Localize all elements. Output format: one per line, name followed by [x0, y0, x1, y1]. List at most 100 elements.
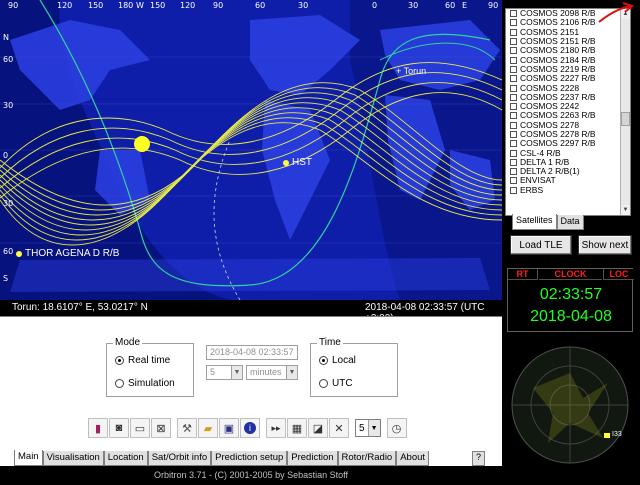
lat-label: 60: [3, 247, 14, 256]
tab-prediction[interactable]: Prediction: [287, 451, 338, 466]
utc-radio[interactable]: UTC: [319, 378, 353, 389]
save-icon[interactable]: ▣: [219, 418, 239, 438]
satellite-name: COSMOS 2180 R/B: [520, 45, 596, 56]
grid-icon[interactable]: ▦: [287, 418, 307, 438]
simulation-label: Simulation: [128, 378, 175, 389]
lon-label: 120: [57, 1, 73, 10]
radio-dot: [319, 379, 328, 388]
tab-sat-orbit-info[interactable]: Sat/Orbit info: [147, 451, 212, 466]
expand-icon[interactable]: ✕: [329, 418, 349, 438]
tab-satellites[interactable]: Satellites: [512, 214, 557, 230]
lon-label: 90: [213, 1, 224, 10]
satellite-checkbox[interactable]: [510, 10, 517, 18]
realtime-radio[interactable]: Real time: [115, 355, 170, 366]
simulation-radio[interactable]: Simulation: [115, 378, 175, 389]
lon-label: 90: [488, 1, 499, 10]
satellite-checkbox[interactable]: [510, 149, 517, 157]
tab-data[interactable]: Data: [556, 215, 584, 230]
satellite-checkbox[interactable]: [510, 112, 517, 120]
tab-visualisation[interactable]: Visualisation: [42, 451, 104, 466]
sim-unit-select[interactable]: minutes ▼: [246, 365, 298, 380]
lat-label: 0: [3, 151, 9, 160]
satellite-checkbox[interactable]: [510, 56, 517, 64]
tab-rotor-radio[interactable]: Rotor/Radio: [337, 451, 397, 466]
list-item[interactable]: COSMOS 2227 R/B: [506, 74, 630, 83]
sim-step-select[interactable]: 5 ▼: [206, 365, 243, 380]
forward-icon[interactable]: ▸▸: [266, 418, 286, 438]
lon-label: 90: [8, 1, 19, 10]
loc-label: LOC: [603, 269, 634, 280]
mode-group-title: Mode: [113, 337, 143, 348]
mode-group: Mode Real time Simulation: [106, 337, 194, 397]
chevron-down-icon: ▼: [231, 366, 242, 379]
satellite-checkbox[interactable]: [510, 65, 517, 73]
satellite-checkbox[interactable]: [510, 28, 517, 36]
satellite-checkbox[interactable]: [510, 93, 517, 101]
satellite-checkbox[interactable]: [510, 140, 517, 148]
realtime-label: Real time: [128, 355, 171, 366]
speed-select[interactable]: 5 ▼: [355, 419, 381, 437]
observer-marker: + Torun: [396, 66, 427, 76]
minimize-window-icon[interactable]: ▭: [130, 418, 150, 438]
satellite-checkbox[interactable]: [510, 75, 517, 83]
satellite-name: COSMOS 2227 R/B: [520, 73, 596, 84]
satellite-checkbox[interactable]: [510, 177, 517, 185]
local-radio[interactable]: Local: [319, 355, 356, 366]
world-map[interactable]: 90 120 150 180 W 150 120 90 60 30 0 30 6…: [0, 0, 502, 300]
clock-label: CLOCK: [539, 269, 602, 280]
chevron-down-icon: ▼: [367, 420, 380, 436]
tab-about[interactable]: About: [396, 451, 430, 466]
clock-icon[interactable]: ◷: [386, 418, 407, 438]
tools-icon[interactable]: ⚒: [177, 418, 197, 438]
lat-label: N: [3, 33, 9, 42]
radio-dot: [115, 356, 124, 365]
clock-date: 2018-04-08: [530, 308, 612, 325]
book-icon[interactable]: ▮: [88, 418, 108, 438]
lat-label: S: [3, 274, 9, 283]
scroll-down-icon[interactable]: ▼: [621, 205, 630, 215]
close-window-icon[interactable]: ⊠: [151, 418, 171, 438]
satellite-checkbox[interactable]: [510, 186, 517, 194]
tab-prediction-setup[interactable]: Prediction setup: [211, 451, 288, 466]
satellite-checkbox[interactable]: [510, 103, 517, 111]
list-scrollbar[interactable]: ▲ ▼: [620, 9, 630, 215]
radio-dot: [319, 356, 328, 365]
rt-label: RT: [508, 269, 538, 280]
satellite-list[interactable]: COSMOS 2098 R/B COSMOS 2106 R/B COSMOS 215…: [505, 8, 631, 216]
satellite-label-hst[interactable]: HST: [292, 157, 312, 168]
list-item[interactable]: ERBS: [506, 185, 630, 195]
lon-label: 120: [180, 1, 196, 10]
satellite-checkbox[interactable]: [510, 131, 517, 138]
help-tab[interactable]: ?: [472, 451, 485, 466]
utc-label: UTC: [332, 378, 353, 389]
satellite-list-rows: COSMOS 2098 R/B COSMOS 2106 R/B COSMOS 215…: [506, 9, 630, 195]
satellite-checkbox[interactable]: [510, 38, 517, 46]
lon-label: 0: [372, 1, 378, 10]
sim-datetime-field[interactable]: 2018-04-08 02:33:57: [206, 345, 298, 360]
chevron-down-icon: ▼: [286, 366, 297, 379]
satellite-label-thor-agena[interactable]: THOR AGENA D R/B: [25, 248, 119, 259]
window-icon[interactable]: ◪: [308, 418, 328, 438]
camera-icon[interactable]: ◙: [109, 418, 129, 438]
info-icon[interactable]: i: [240, 418, 260, 438]
load-tle-button[interactable]: Load TLE: [510, 235, 572, 255]
satellite-checkbox[interactable]: [510, 19, 517, 27]
lon-label: 30: [408, 1, 419, 10]
radar-display[interactable]: I33: [508, 343, 633, 468]
satellite-name: COSMOS 2297 R/B: [520, 138, 596, 149]
tab-location[interactable]: Location: [103, 451, 148, 466]
satellite-checkbox[interactable]: [510, 84, 517, 92]
list-tabs: Satellites Data: [512, 214, 584, 230]
show-next-button[interactable]: Show next: [578, 235, 632, 255]
satellite-checkbox[interactable]: [510, 168, 517, 176]
satellite-checkbox[interactable]: [510, 47, 517, 55]
satellite-checkbox[interactable]: [510, 158, 517, 166]
local-label: Local: [332, 355, 356, 366]
satellite-checkbox[interactable]: [510, 121, 517, 129]
folder-open-icon[interactable]: ▰: [198, 418, 218, 438]
radar-sat-label: I33: [612, 431, 622, 438]
sim-unit-value: minutes: [250, 367, 282, 377]
clock-time: 02:33:57: [539, 286, 603, 303]
tab-main[interactable]: Main: [14, 450, 43, 466]
scroll-thumb[interactable]: [621, 112, 630, 126]
